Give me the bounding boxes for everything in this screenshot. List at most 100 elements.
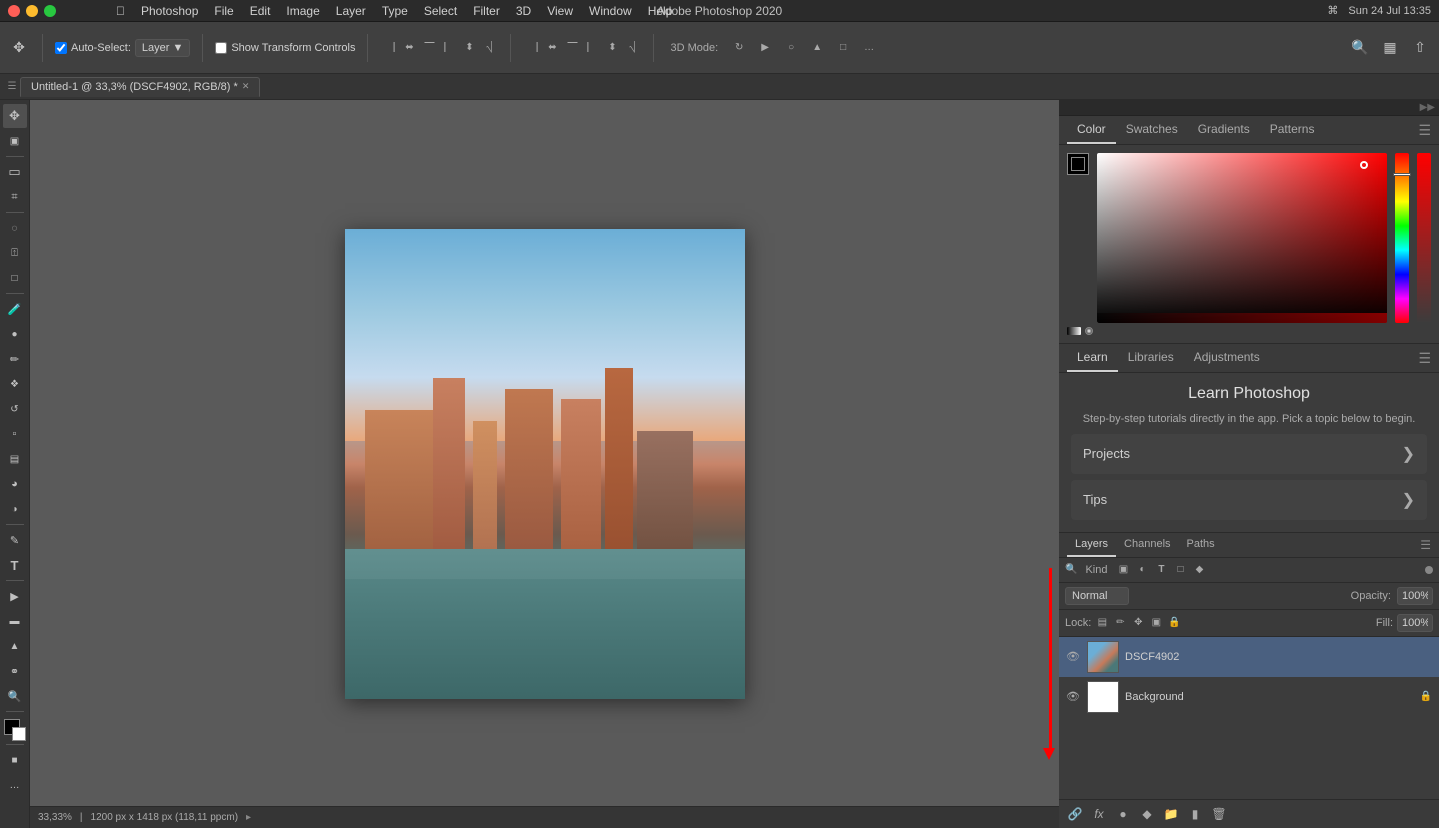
3d-roll-icon[interactable]: ○ bbox=[782, 39, 800, 57]
3d-scale-icon[interactable]: □ bbox=[834, 39, 852, 57]
auto-select-label[interactable]: Auto-Select: bbox=[55, 42, 131, 54]
type-tool[interactable]: T bbox=[3, 553, 27, 577]
background-color[interactable] bbox=[12, 727, 26, 741]
dodge-tool[interactable]: ◑ bbox=[3, 497, 27, 521]
screen-mode-tool[interactable]: ■ bbox=[3, 748, 27, 772]
menu-view[interactable]: View bbox=[541, 4, 579, 18]
tab-libraries[interactable]: Libraries bbox=[1118, 344, 1184, 372]
gradient-tool[interactable]: ▤ bbox=[3, 447, 27, 471]
add-mask-icon[interactable]: ● bbox=[1113, 804, 1133, 824]
tab-color[interactable]: Color bbox=[1067, 116, 1116, 144]
lasso-tool[interactable]: ⌗ bbox=[3, 185, 27, 209]
align-bottom-icon[interactable]: ⎺ bbox=[420, 39, 438, 57]
3d-more-icon[interactable]: … bbox=[860, 39, 878, 57]
auto-select-checkbox[interactable] bbox=[55, 42, 67, 54]
frame-tool[interactable]: □ bbox=[3, 266, 27, 290]
color-saturation-box[interactable] bbox=[1097, 153, 1387, 323]
tab-layers[interactable]: Layers bbox=[1067, 533, 1116, 557]
delete-layer-icon[interactable]: 🗑 bbox=[1209, 804, 1229, 824]
dist-hcenter-icon[interactable]: ⬍ bbox=[603, 39, 621, 57]
color-panel-menu[interactable]: ☰ bbox=[1418, 122, 1431, 139]
canvas-document[interactable] bbox=[345, 229, 745, 699]
alpha-bar[interactable] bbox=[1417, 153, 1431, 323]
panel-collapse-bar[interactable]: ▶▶ bbox=[1059, 100, 1439, 116]
lock-all-icon[interactable]: 🔒 bbox=[1167, 616, 1181, 630]
selection-tool[interactable]: ▶ bbox=[3, 584, 27, 608]
learn-item-tips[interactable]: Tips ❯ bbox=[1071, 480, 1427, 520]
opacity-input[interactable] bbox=[1397, 587, 1433, 605]
layer-visibility-eye-bg[interactable]: 👁 bbox=[1065, 689, 1081, 705]
tab-swatches[interactable]: Swatches bbox=[1116, 116, 1188, 144]
minimize-button[interactable] bbox=[26, 5, 38, 17]
close-button[interactable] bbox=[8, 5, 20, 17]
alpha-slider[interactable] bbox=[1417, 153, 1431, 323]
search-icon[interactable]: 🔍 bbox=[1349, 37, 1371, 59]
tab-close-icon[interactable]: ✕ bbox=[242, 81, 250, 92]
tab-list-icon[interactable]: ☰ bbox=[4, 79, 20, 95]
quick-select-tool[interactable]: ◌ bbox=[3, 216, 27, 240]
align-top-icon[interactable]: ⎹ bbox=[380, 39, 398, 57]
extras-tool[interactable]: … bbox=[3, 773, 27, 797]
transform-controls-checkbox[interactable] bbox=[215, 42, 227, 54]
history-brush-tool[interactable]: ↺ bbox=[3, 397, 27, 421]
blur-tool[interactable]: ◕ bbox=[3, 472, 27, 496]
hue-slider[interactable] bbox=[1395, 153, 1409, 323]
transform-controls-label[interactable]: Show Transform Controls bbox=[215, 42, 355, 54]
filter-toggle[interactable] bbox=[1425, 566, 1433, 574]
menu-layer[interactable]: Layer bbox=[330, 4, 372, 18]
tab-learn[interactable]: Learn bbox=[1067, 344, 1118, 372]
foreground-swatch[interactable] bbox=[1067, 153, 1089, 175]
rectangle-tool[interactable]: ▬ bbox=[3, 609, 27, 633]
maximize-button[interactable] bbox=[44, 5, 56, 17]
marquee-tool[interactable]: ▭ bbox=[3, 160, 27, 184]
3d-slide-icon[interactable]: ▲ bbox=[808, 39, 826, 57]
dist-top-icon[interactable]: ⎹ bbox=[523, 39, 541, 57]
dist-left-icon[interactable]: ⎸ bbox=[583, 39, 601, 57]
spot-heal-tool[interactable]: ● bbox=[3, 322, 27, 346]
tab-channels[interactable]: Channels bbox=[1116, 533, 1178, 557]
align-right-icon[interactable]: ⎷ bbox=[480, 39, 498, 57]
document-tab[interactable]: Untitled-1 @ 33,3% (DSCF4902, RGB/8) * ✕ bbox=[20, 77, 260, 97]
new-group-icon[interactable]: 📁 bbox=[1161, 804, 1181, 824]
filter-smart-icon[interactable]: ◆ bbox=[1191, 562, 1207, 578]
pen-tool[interactable]: ✎ bbox=[3, 528, 27, 552]
3d-orbit-icon[interactable]: ↻ bbox=[730, 39, 748, 57]
move-tool-icon[interactable]: ✥ bbox=[8, 37, 30, 59]
menu-3d[interactable]: 3D bbox=[510, 4, 537, 18]
tab-gradients[interactable]: Gradients bbox=[1188, 116, 1260, 144]
tab-adjustments[interactable]: Adjustments bbox=[1184, 344, 1270, 372]
learn-panel-menu[interactable]: ☰ bbox=[1418, 350, 1431, 367]
layer-mode-select[interactable]: Layer ▼ bbox=[135, 39, 190, 57]
fill-input[interactable] bbox=[1397, 614, 1433, 632]
menu-filter[interactable]: Filter bbox=[467, 4, 506, 18]
blend-mode-select[interactable]: Normal bbox=[1065, 587, 1129, 605]
layer-effects-icon[interactable]: fx bbox=[1089, 804, 1109, 824]
menu-help[interactable]: Help bbox=[642, 4, 679, 18]
filter-pixel-icon[interactable]: ▣ bbox=[1115, 562, 1131, 578]
align-vcenter-icon[interactable]: ⬌ bbox=[400, 39, 418, 57]
lock-brush-icon[interactable]: ✏ bbox=[1113, 616, 1127, 630]
hue-bar-container[interactable] bbox=[1395, 153, 1409, 323]
dist-right-icon[interactable]: ⎷ bbox=[623, 39, 641, 57]
clone-stamp-tool[interactable]: ❖ bbox=[3, 372, 27, 396]
artboard-tool[interactable]: ▣ bbox=[3, 129, 27, 153]
color-swatch[interactable] bbox=[4, 719, 26, 741]
move-tool[interactable]: ✥ bbox=[3, 104, 27, 128]
filter-type-icon[interactable]: T bbox=[1153, 562, 1169, 578]
tab-patterns[interactable]: Patterns bbox=[1260, 116, 1325, 144]
layer-row-dscf4902[interactable]: 👁 DSCF4902 bbox=[1059, 637, 1439, 677]
lock-move-icon[interactable]: ✥ bbox=[1131, 616, 1145, 630]
collapse-icon[interactable]: ▶▶ bbox=[1420, 102, 1435, 113]
eraser-tool[interactable]: ▫ bbox=[3, 422, 27, 446]
custom-shape-tool[interactable]: ▲ bbox=[3, 634, 27, 658]
layers-panel-menu[interactable]: ☰ bbox=[1420, 538, 1431, 552]
hand-tool[interactable]: ⚭ bbox=[3, 659, 27, 683]
align-hcenter-icon[interactable]: ⬍ bbox=[460, 39, 478, 57]
menu-edit[interactable]: Edit bbox=[244, 4, 277, 18]
menu-image[interactable]: Image bbox=[280, 4, 325, 18]
workspace-icon[interactable]: ▦ bbox=[1379, 37, 1401, 59]
zoom-tool[interactable]: 🔍 bbox=[3, 684, 27, 708]
window-controls[interactable] bbox=[8, 5, 56, 17]
brush-tool[interactable]: ✏ bbox=[3, 347, 27, 371]
menu-photoshop[interactable]: Photoshop bbox=[135, 4, 204, 18]
